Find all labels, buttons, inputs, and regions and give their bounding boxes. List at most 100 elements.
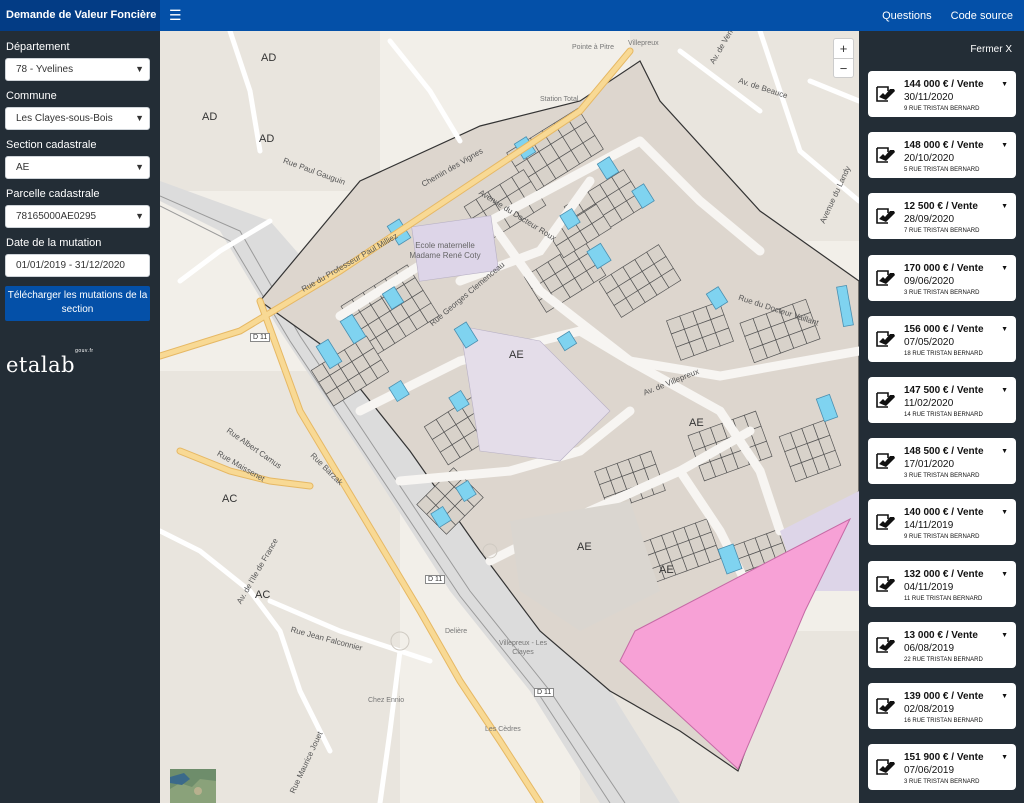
chevron-down-icon[interactable]: ▼	[1001, 693, 1008, 700]
road-badge-d11-1: D 11	[250, 333, 271, 342]
date-label: Date de la mutation	[6, 237, 102, 249]
poi-ecole-maternelle: Ecole maternelle Madame René Coty	[409, 241, 481, 260]
transaction-address: 9 RUE TRISTAN BERNARD	[904, 534, 980, 540]
transaction-address: 16 RUE TRISTAN BERNARD	[904, 718, 983, 724]
poi-les-cedres: Les Cèdres	[485, 726, 521, 733]
chevron-down-icon[interactable]: ▼	[1001, 448, 1008, 455]
map-label-ad-2: AD	[202, 111, 218, 123]
nav-link-questions[interactable]: Questions	[882, 10, 932, 22]
sale-document-icon	[876, 576, 895, 592]
logo-text: etalab	[6, 353, 76, 377]
transaction-address: 7 RUE TRISTAN BERNARD	[904, 228, 980, 234]
chevron-down-icon[interactable]: ▼	[1001, 326, 1008, 333]
transaction-date: 09/06/2020	[904, 276, 955, 287]
chevron-down-icon[interactable]: ▼	[1001, 632, 1008, 639]
transaction-card[interactable]: 156 000 € / Vente 07/05/2020 18 RUE TRISTA…	[868, 316, 1016, 362]
hamburger-icon[interactable]: ☰	[169, 6, 182, 24]
sale-document-icon	[876, 331, 895, 347]
commune-value: Les Clayes-sous-Bois	[16, 113, 113, 124]
download-mutations-button[interactable]: Télécharger les mutations de la section	[5, 286, 150, 321]
chevron-down-icon: ▼	[135, 162, 144, 172]
transaction-price: 140 000 € / Vente	[904, 507, 984, 518]
map-canvas[interactable]	[160, 31, 859, 803]
transaction-date: 11/02/2020	[904, 398, 954, 409]
transactions-panel: Fermer X 144 000 € / Vente 30/11/2020 9 RU…	[859, 31, 1024, 803]
chevron-down-icon[interactable]: ▼	[1001, 203, 1008, 210]
map-label-ae-3: AE	[577, 541, 592, 553]
cadastral-map[interactable]: AD AD AD AE AE AE AE AC AC Rue Paul Gaug…	[160, 31, 859, 803]
chevron-down-icon[interactable]: ▼	[1001, 142, 1008, 149]
transaction-card[interactable]: 13 000 € / Vente 06/08/2019 22 RUE TRISTAN…	[868, 622, 1016, 668]
poi-deliere: Delière	[445, 628, 468, 635]
transaction-date: 14/11/2019	[904, 520, 954, 531]
transaction-address: 9 RUE TRISTAN BERNARD	[904, 106, 980, 112]
transaction-date: 20/10/2020	[904, 153, 955, 164]
transaction-price: 139 000 € / Vente	[904, 691, 984, 702]
nav-links: Questions Code source	[882, 0, 1013, 31]
parcelle-label: Parcelle cadastrale	[6, 188, 100, 200]
satellite-thumbnail-icon	[170, 769, 216, 803]
parcelle-select[interactable]: 78165000AE0295 ▼	[5, 205, 150, 228]
transaction-address: 3 RUE TRISTAN BERNARD	[904, 779, 980, 785]
chevron-down-icon[interactable]: ▼	[1001, 387, 1008, 394]
logo-sup: gouv.fr	[75, 348, 94, 354]
transaction-card[interactable]: 140 000 € / Vente 14/11/2019 9 RUE TRISTAN…	[868, 499, 1016, 545]
poi-villepreux: Villepreux	[628, 40, 659, 47]
transaction-price: 144 000 € / Vente	[904, 79, 984, 90]
transaction-date: 17/01/2020	[904, 459, 955, 470]
transaction-price: 12 500 € / Vente	[904, 201, 978, 212]
transaction-address: 22 RUE TRISTAN BERNARD	[904, 657, 983, 663]
chevron-down-icon[interactable]: ▼	[1001, 509, 1008, 516]
nav-link-code-source[interactable]: Code source	[951, 10, 1013, 22]
transaction-price: 148 500 € / Vente	[904, 446, 984, 457]
close-panel-button[interactable]: Fermer X	[970, 44, 1012, 55]
chevron-down-icon: ▼	[135, 211, 144, 221]
chevron-down-icon[interactable]: ▼	[1001, 571, 1008, 578]
sale-document-icon	[876, 147, 895, 163]
poi-pointe-a-pitre: Pointe à Pitre	[572, 44, 615, 51]
transaction-card[interactable]: 170 000 € / Vente 09/06/2020 3 RUE TRISTAN…	[868, 255, 1016, 301]
sale-document-icon	[876, 637, 895, 653]
chevron-down-icon[interactable]: ▼	[1001, 81, 1008, 88]
satellite-layer-toggle[interactable]	[170, 769, 216, 803]
date-range-input[interactable]: 01/01/2019 - 31/12/2020	[5, 254, 150, 277]
transaction-card[interactable]: 151 900 € / Vente 07/06/2019 3 RUE TRISTAN…	[868, 744, 1016, 790]
commune-select[interactable]: Les Clayes-sous-Bois ▼	[5, 107, 150, 130]
map-label-ae-2: AE	[689, 417, 704, 429]
transaction-card[interactable]: 148 500 € / Vente 17/01/2020 3 RUE TRISTAN…	[868, 438, 1016, 484]
zoom-control: + −	[833, 38, 854, 78]
transaction-card[interactable]: 132 000 € / Vente 04/11/2019 11 RUE TRISTA…	[868, 561, 1016, 607]
poi-gare-villepreux: Villepreux - Les Clayes	[498, 640, 548, 656]
zoom-in-button[interactable]: +	[834, 39, 853, 58]
map-label-ae-1: AE	[509, 349, 524, 361]
chevron-down-icon[interactable]: ▼	[1001, 265, 1008, 272]
transaction-card[interactable]: 12 500 € / Vente 28/09/2020 7 RUE TRISTAN …	[868, 193, 1016, 239]
map-label-ae-4: AE	[659, 564, 674, 576]
etalab-logo: etalabgouv.fr	[6, 348, 94, 377]
transaction-date: 07/06/2019	[904, 765, 955, 776]
chevron-down-icon[interactable]: ▼	[1001, 754, 1008, 761]
transaction-date: 07/05/2020	[904, 337, 955, 348]
departement-select[interactable]: 78 - Yvelines ▼	[5, 58, 150, 81]
departement-label: Département	[6, 41, 70, 53]
transaction-date: 04/11/2019	[904, 582, 954, 593]
transaction-address: 18 RUE TRISTAN BERNARD	[904, 351, 983, 357]
transaction-card[interactable]: 144 000 € / Vente 30/11/2020 9 RUE TRISTAN…	[868, 71, 1016, 117]
sale-document-icon	[876, 208, 895, 224]
sale-document-icon	[876, 514, 895, 530]
map-label-ad-1: AD	[261, 52, 277, 64]
sale-document-icon	[876, 759, 895, 775]
poi-chez-ennio: Chez Ennio	[368, 697, 405, 704]
transaction-date: 30/11/2020	[904, 92, 954, 103]
sale-document-icon	[876, 270, 895, 286]
transaction-card[interactable]: 147 500 € / Vente 11/02/2020 14 RUE TRISTA…	[868, 377, 1016, 423]
zoom-out-button[interactable]: −	[834, 58, 853, 77]
map-label-ad-3: AD	[259, 133, 275, 145]
app-title[interactable]: Demande de Valeur Foncière	[0, 0, 160, 31]
top-navbar: Demande de Valeur Foncière ☰ Questions C…	[0, 0, 1024, 31]
sale-document-icon	[876, 453, 895, 469]
transaction-price: 170 000 € / Vente	[904, 263, 984, 274]
transaction-card[interactable]: 148 000 € / Vente 20/10/2020 5 RUE TRISTAN…	[868, 132, 1016, 178]
transaction-card[interactable]: 139 000 € / Vente 02/08/2019 16 RUE TRISTA…	[868, 683, 1016, 729]
section-select[interactable]: AE ▼	[5, 156, 150, 179]
